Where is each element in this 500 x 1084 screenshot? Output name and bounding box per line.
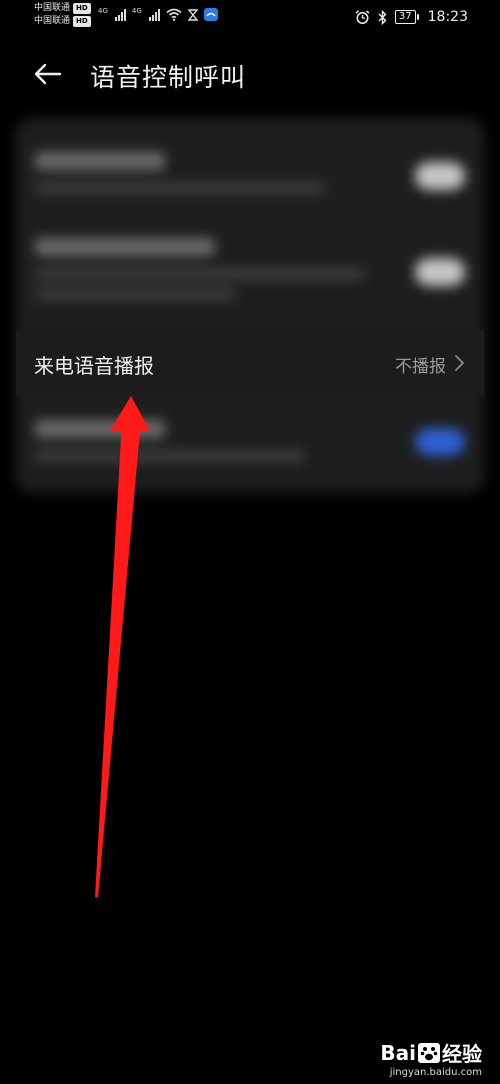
page-title: 语音控制呼叫 xyxy=(90,63,247,92)
watermark-url: jingyan.baidu.com xyxy=(389,1067,482,1078)
bluetooth-icon xyxy=(378,9,387,25)
blurred-toggle-2 xyxy=(415,258,465,286)
alarm-icon xyxy=(355,9,370,24)
carrier-2-label: 中国联通 xyxy=(34,16,71,26)
network-type-1: 4G xyxy=(98,7,108,15)
blurred-setting-row-3 xyxy=(35,418,465,478)
blurred-toggle-3-on xyxy=(415,428,465,456)
hd-badge-2: HD xyxy=(73,16,91,27)
status-right: 37 18:23 xyxy=(355,9,468,25)
voice-broadcast-label: 来电语音播报 xyxy=(34,354,154,378)
clock: 18:23 xyxy=(427,9,468,25)
hourglass-icon xyxy=(187,9,198,21)
hd-badge: HD xyxy=(73,3,91,14)
setting-row-voice-broadcast[interactable]: 来电语音播报 不播报 xyxy=(16,330,484,396)
battery-level: 37 xyxy=(398,11,412,22)
app-notification-icon xyxy=(203,8,218,21)
watermark-logo: Bai 经验 xyxy=(380,1040,482,1067)
status-bar: 中国联通 HD 中国联通 HD 4G 4G 37 18:23 xyxy=(0,0,500,36)
blurred-toggle-1 xyxy=(415,162,465,190)
wifi-icon xyxy=(166,8,182,21)
carrier-1-label: 中国联通 xyxy=(34,3,71,13)
settings-card-blurred xyxy=(15,118,485,493)
signal-group: 4G 4G xyxy=(98,7,218,21)
blurred-setting-row-2 xyxy=(35,236,465,316)
battery-icon: 37 xyxy=(394,10,419,24)
carrier-info: 中国联通 HD 中国联通 HD xyxy=(34,2,91,28)
chevron-right-icon xyxy=(455,355,464,371)
network-type-2: 4G xyxy=(131,7,142,15)
paw-icon xyxy=(418,1042,440,1063)
baidu-jingyan-watermark: Bai 经验 jingyan.baidu.com xyxy=(380,1038,482,1079)
back-button[interactable] xyxy=(30,56,70,92)
signal-1-icon xyxy=(114,9,126,21)
voice-broadcast-value: 不播报 xyxy=(395,357,446,377)
blurred-setting-row-1 xyxy=(35,148,465,208)
back-arrow-icon xyxy=(34,63,62,85)
app-bar: 语音控制呼叫 xyxy=(0,50,500,98)
signal-2-icon xyxy=(148,9,160,21)
